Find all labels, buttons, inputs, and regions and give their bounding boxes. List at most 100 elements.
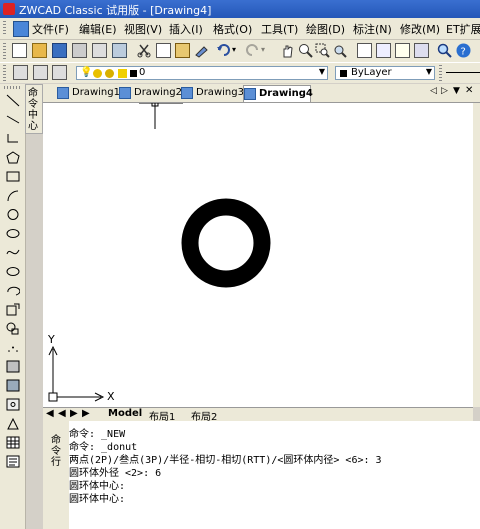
tool-palettes-icon[interactable]	[395, 43, 410, 58]
tab-scroll-left-icon[interactable]: ◁	[430, 86, 437, 96]
calculator-icon[interactable]	[414, 43, 429, 58]
table-icon[interactable]	[6, 436, 20, 449]
layers-toolbar: 💡 0 ▼ ByLayer ▼	[0, 62, 480, 83]
insert-block-icon[interactable]	[6, 303, 20, 316]
draw-toolbar-grip[interactable]	[4, 86, 20, 89]
layer-previous-icon[interactable]	[33, 65, 48, 80]
properties-icon[interactable]	[357, 43, 372, 58]
print-icon[interactable]	[72, 43, 87, 58]
redo-dropdown-icon[interactable]: ▾	[261, 45, 276, 60]
drawing-file-icon	[57, 87, 69, 99]
region-icon[interactable]	[6, 379, 20, 392]
boundary-icon[interactable]	[6, 417, 20, 430]
layout-prev-icon[interactable]: ◀	[58, 408, 66, 419]
layers-toolbar-grip[interactable]	[3, 65, 6, 81]
cut-icon[interactable]	[137, 43, 152, 58]
new-file-icon[interactable]	[12, 43, 27, 58]
point-icon[interactable]	[6, 341, 20, 354]
spline-icon[interactable]	[6, 246, 20, 259]
multiline-text-icon[interactable]	[6, 455, 20, 468]
layer-manager-icon[interactable]	[13, 65, 28, 80]
layout-tab-model[interactable]: Model	[108, 408, 142, 419]
menu-format[interactable]: 格式(O)	[213, 21, 252, 37]
save-icon[interactable]	[52, 43, 67, 58]
document-tabs: Drawing1 Drawing2 Drawing3 Drawing4 ◁ ▷ …	[43, 84, 480, 103]
layout-first-icon[interactable]: ◀	[46, 408, 54, 419]
menu-draw[interactable]: 绘图(D)	[306, 21, 345, 37]
make-block-icon[interactable]	[6, 322, 20, 335]
line-icon[interactable]	[6, 94, 20, 107]
menu-modify[interactable]: 修改(M)	[400, 21, 440, 37]
layout-tabs: ◀ ◀ ▶ ▶ Model 布局1 布局2	[43, 407, 473, 423]
menu-view[interactable]: 视图(V)	[124, 21, 162, 37]
color-swatch	[340, 70, 347, 77]
side-panel-label: 命令中心	[28, 88, 38, 132]
polygon-icon[interactable]	[6, 151, 20, 164]
menu-edit[interactable]: 编辑(E)	[79, 21, 117, 37]
open-folder-icon[interactable]	[32, 43, 47, 58]
tab-scroll-right-icon[interactable]: ▷	[441, 86, 448, 96]
gradient-icon[interactable]	[6, 398, 20, 411]
command-panel-handle[interactable]: 命令行	[43, 421, 70, 529]
find-icon[interactable]	[437, 43, 452, 58]
menu-tools[interactable]: 工具(T)	[261, 21, 298, 37]
ellipse-arc-icon[interactable]	[6, 284, 20, 297]
design-center-icon[interactable]	[376, 43, 391, 58]
ucs-x-label: X	[107, 390, 115, 403]
copy-icon[interactable]	[156, 43, 171, 58]
publish-icon[interactable]	[112, 43, 127, 58]
layout-next-icon[interactable]: ▶	[70, 408, 78, 419]
redo-icon[interactable]	[245, 43, 260, 58]
menu-bar: 文件(F) 编辑(E) 视图(V) 插入(I) 格式(O) 工具(T) 绘图(D…	[0, 18, 480, 40]
svg-text:?: ?	[461, 47, 466, 58]
undo-icon[interactable]	[216, 43, 231, 58]
layer-combo[interactable]: 💡 0 ▼	[76, 66, 328, 80]
donut-shape[interactable]	[181, 198, 271, 288]
zoom-window-icon[interactable]	[315, 43, 330, 58]
print-preview-icon[interactable]	[92, 43, 107, 58]
vertical-scrollbar[interactable]	[473, 103, 480, 407]
menu-file[interactable]: 文件(F)	[32, 21, 69, 37]
side-panel[interactable]: 命令中心	[25, 84, 43, 134]
rectangle-icon[interactable]	[6, 170, 20, 183]
help-icon[interactable]: ?	[456, 43, 471, 58]
construction-line-icon[interactable]	[6, 113, 20, 126]
menu-grip[interactable]	[3, 21, 6, 36]
command-line: 圆环体中心:	[69, 494, 126, 505]
match-properties-icon[interactable]	[194, 43, 209, 58]
tab-drawing2[interactable]: Drawing2	[119, 85, 182, 101]
color-combo[interactable]: ByLayer ▼	[335, 66, 435, 80]
layer-state-icon[interactable]	[52, 65, 67, 80]
layout-last-icon[interactable]: ▶	[82, 408, 90, 419]
layer-color-swatch	[130, 70, 137, 77]
circle-icon[interactable]	[6, 208, 20, 221]
revision-cloud-icon[interactable]	[6, 227, 20, 240]
menu-dimension[interactable]: 标注(N)	[353, 21, 392, 37]
tab-close-icon[interactable]: ✕	[465, 85, 473, 96]
tab-drawing4[interactable]: Drawing4	[243, 85, 313, 102]
command-history[interactable]: 命令: _NEW 命令: _donut 两点(2P)/叁点(3P)/半径-相切-…	[69, 421, 480, 529]
ellipse-icon[interactable]	[6, 265, 20, 278]
ucs-y-label: Y	[48, 333, 55, 346]
arc-icon[interactable]	[6, 189, 20, 202]
toolbar-grip[interactable]	[3, 43, 6, 59]
menu-et[interactable]: ET扩展	[446, 21, 480, 37]
tab-drawing3[interactable]: Drawing3	[181, 85, 244, 101]
tab-list-icon[interactable]: ▼	[453, 86, 460, 96]
hatch-icon[interactable]	[6, 360, 20, 373]
menu-insert[interactable]: 插入(I)	[169, 21, 203, 37]
linetype-toolbar-grip[interactable]	[439, 65, 442, 81]
polyline-icon[interactable]	[6, 132, 20, 145]
tab-drawing1[interactable]: Drawing1	[57, 85, 120, 101]
layer-freeze-icon	[93, 69, 102, 78]
crosshair-cursor	[139, 103, 183, 129]
zoom-realtime-icon[interactable]	[298, 43, 313, 58]
document-icon[interactable]	[13, 21, 29, 37]
drawing-canvas[interactable]: Y X	[43, 103, 473, 407]
zoom-previous-icon[interactable]	[332, 43, 347, 58]
linetype-combo[interactable]	[446, 72, 480, 73]
pan-hand-icon[interactable]	[280, 43, 295, 58]
drawing-file-icon	[181, 87, 193, 99]
ucs-icon	[48, 345, 105, 402]
paste-icon[interactable]	[175, 43, 190, 58]
